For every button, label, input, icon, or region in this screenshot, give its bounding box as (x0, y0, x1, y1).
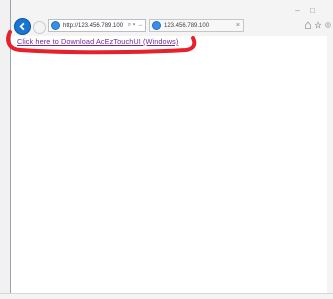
browser-tab[interactable]: 123.456.789.100 × (149, 19, 244, 32)
window-bottom-border (0, 293, 333, 299)
window-left-border (0, 0, 11, 298)
minimize-button[interactable]: – (293, 6, 302, 15)
settings-gear-icon[interactable] (325, 21, 331, 29)
tab-favicon-icon (152, 21, 161, 30)
toolbar-icons (305, 21, 331, 29)
tab-title: 123.456.789.100 (164, 22, 210, 29)
tab-close-icon[interactable]: × (236, 22, 240, 29)
address-search-refresh-icons[interactable]: ⌕ ▾ → (128, 22, 143, 29)
window-controls: – □ (293, 6, 317, 15)
page-content (11, 36, 327, 293)
download-link[interactable]: Click here to Download AcEzTouchUI (Wind… (17, 37, 178, 46)
home-icon[interactable] (305, 21, 311, 29)
site-favicon-icon (51, 21, 60, 30)
maximize-button[interactable]: □ (308, 6, 317, 15)
favorites-star-icon[interactable] (315, 21, 321, 29)
window-right-border (327, 36, 333, 298)
address-url[interactable]: http://123.456.789.100 (63, 23, 123, 29)
forward-button[interactable] (33, 21, 46, 34)
address-bar[interactable]: http://123.456.789.100 ⌕ ▾ → (48, 19, 146, 32)
back-arrow-icon (19, 22, 25, 31)
back-button[interactable] (14, 18, 31, 35)
